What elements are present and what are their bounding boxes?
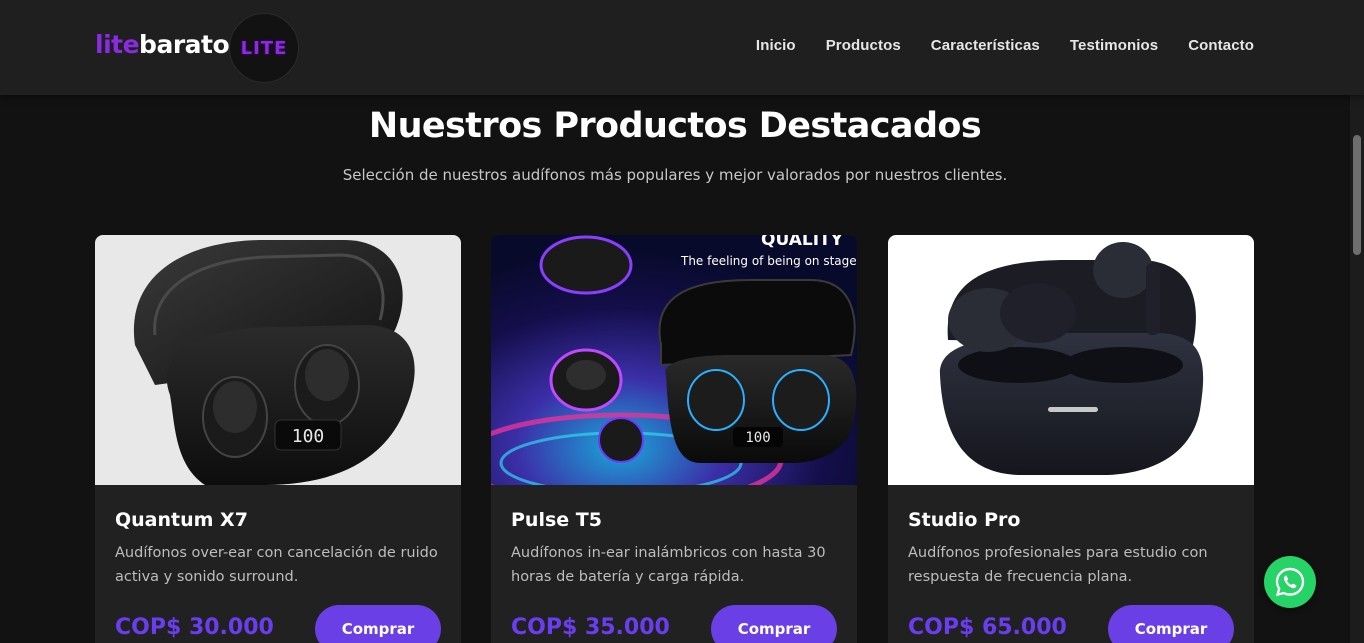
brand-name-part2: barato	[139, 30, 230, 59]
page-scrollbar[interactable]	[1350, 0, 1364, 643]
brand-logo[interactable]: lite barato	[95, 30, 230, 59]
buy-button[interactable]: Comprar	[1108, 605, 1234, 643]
brand-name-part1: lite	[95, 30, 140, 59]
site-header: lite barato LITE Inicio Productos Caracte…	[0, 0, 1364, 95]
nav-link-contacto[interactable]: Contacto	[1188, 37, 1254, 54]
image-tagline: The feeling of being on stage	[680, 254, 857, 268]
product-image-quantum-x7[interactable]: 100	[95, 235, 461, 485]
case-display-text: 100	[292, 426, 325, 447]
product-card: 100 Quantum X7 Audífonos over-ear con ca…	[95, 235, 461, 643]
buy-button[interactable]: Comprar	[315, 605, 441, 643]
nav-link-testimonios[interactable]: Testimonios	[1070, 37, 1158, 54]
case-display-text: 100	[745, 430, 770, 446]
product-description: Audífonos in-ear inalámbricos con hasta …	[511, 545, 826, 585]
product-price: COP$ 65.000	[908, 615, 1067, 640]
product-name: Studio Pro	[908, 509, 1021, 531]
product-name: Quantum X7	[115, 509, 248, 531]
brand-badge[interactable]: LITE	[229, 13, 299, 83]
product-price: COP$ 30.000	[115, 615, 274, 640]
nav-link-caracteristicas[interactable]: Características	[931, 37, 1040, 54]
product-price: COP$ 35.000	[511, 615, 670, 640]
product-card: Studio Pro Audífonos profesionales para …	[888, 235, 1254, 643]
whatsapp-button[interactable]	[1264, 556, 1316, 608]
product-description: Audífonos over-ear con cancelación de ru…	[115, 545, 438, 585]
main-nav: Inicio Productos Características Testimo…	[756, 37, 1254, 54]
scrollbar-thumb[interactable]	[1353, 135, 1361, 255]
product-description: Audífonos profesionales para estudio con…	[908, 545, 1208, 585]
product-name: Pulse T5	[511, 509, 602, 531]
section-title: Nuestros Productos Destacados	[368, 106, 982, 146]
product-image-pulse-t5[interactable]: QUALITY The feeling of being on stage 10…	[491, 235, 857, 485]
product-card: QUALITY The feeling of being on stage 10…	[491, 235, 857, 643]
product-image-studio-pro[interactable]	[888, 235, 1254, 485]
section-subtitle: Selección de nuestros audífonos más popu…	[342, 166, 1008, 184]
nav-link-productos[interactable]: Productos	[826, 37, 901, 54]
buy-button[interactable]: Comprar	[711, 605, 837, 643]
whatsapp-icon	[1275, 567, 1305, 597]
image-headline: QUALITY	[761, 235, 844, 250]
nav-link-inicio[interactable]: Inicio	[756, 37, 796, 54]
